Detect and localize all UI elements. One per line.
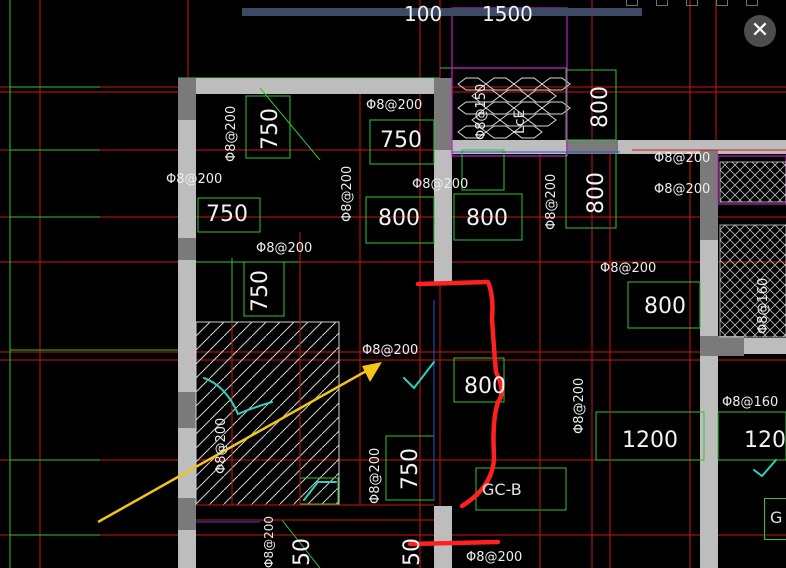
rebar-label: Φ8@200 (368, 447, 383, 504)
tool-icon[interactable] (746, 0, 758, 6)
tool-icon[interactable] (716, 0, 728, 6)
dimension-label: 750 (398, 448, 423, 490)
rebar-label: Φ8@200 (214, 417, 229, 474)
dimension-label: 800 (584, 172, 609, 214)
rebar-label: Φ8@200 (166, 172, 223, 187)
dimension-label: 100 (404, 2, 443, 26)
dimension-label: 800 (464, 374, 506, 399)
dimension-label: 120 (744, 428, 786, 453)
dimension-label: 800 (378, 206, 420, 231)
dimension-label: 750 (206, 202, 248, 227)
component-tag-box (764, 498, 786, 540)
rebar-label: Φ8@200 (572, 377, 587, 434)
dimension-label: 800 (588, 86, 613, 128)
tool-icon[interactable] (626, 0, 638, 6)
rebar-label: Φ8@200 (340, 165, 355, 222)
rebar-label: Φ8@200 (544, 173, 559, 230)
cad-drawing-canvas[interactable] (0, 0, 786, 568)
rebar-label: Φ8@200 (412, 177, 469, 192)
dimension-label: 800 (466, 206, 508, 231)
close-icon: ✕ (750, 18, 770, 43)
rebar-label: Φ8@200 (600, 261, 657, 276)
component-tag: LcE (512, 109, 528, 134)
rebar-label: Φ8@200 (466, 550, 523, 565)
dimension-label: 800 (644, 294, 686, 319)
cross-hatch-area (719, 161, 786, 338)
dimension-label: 50 (290, 538, 315, 566)
rebar-label: Φ8@200 (224, 105, 239, 162)
rebar-label: Φ8@200 (262, 516, 276, 568)
rebar-label: Φ8@200 (366, 98, 423, 113)
dimension-label: 750 (380, 128, 422, 153)
close-button[interactable]: ✕ (744, 15, 776, 47)
rebar-label: Φ8@200 (256, 241, 313, 256)
rebar-label: Φ8@200 (654, 182, 711, 197)
dimension-label: 1200 (622, 428, 678, 453)
tool-icon[interactable] (656, 0, 668, 6)
dimension-label: 750 (248, 270, 273, 312)
tool-icon[interactable] (686, 0, 698, 6)
rebar-label: Φ8@200 (654, 151, 711, 166)
rebar-label: Φ8@160 (722, 395, 779, 410)
toolbar-icons (612, 0, 786, 6)
dimension-label: 50 (400, 538, 425, 566)
component-tag: GC-B (482, 480, 522, 499)
rebar-label: Φ8@160 (756, 277, 771, 334)
dimension-label: 1500 (482, 2, 533, 26)
rebar-label: Φ8@200 (362, 343, 419, 358)
dimension-label: 750 (258, 108, 283, 150)
rebar-label: Φ8@150 (474, 83, 489, 140)
